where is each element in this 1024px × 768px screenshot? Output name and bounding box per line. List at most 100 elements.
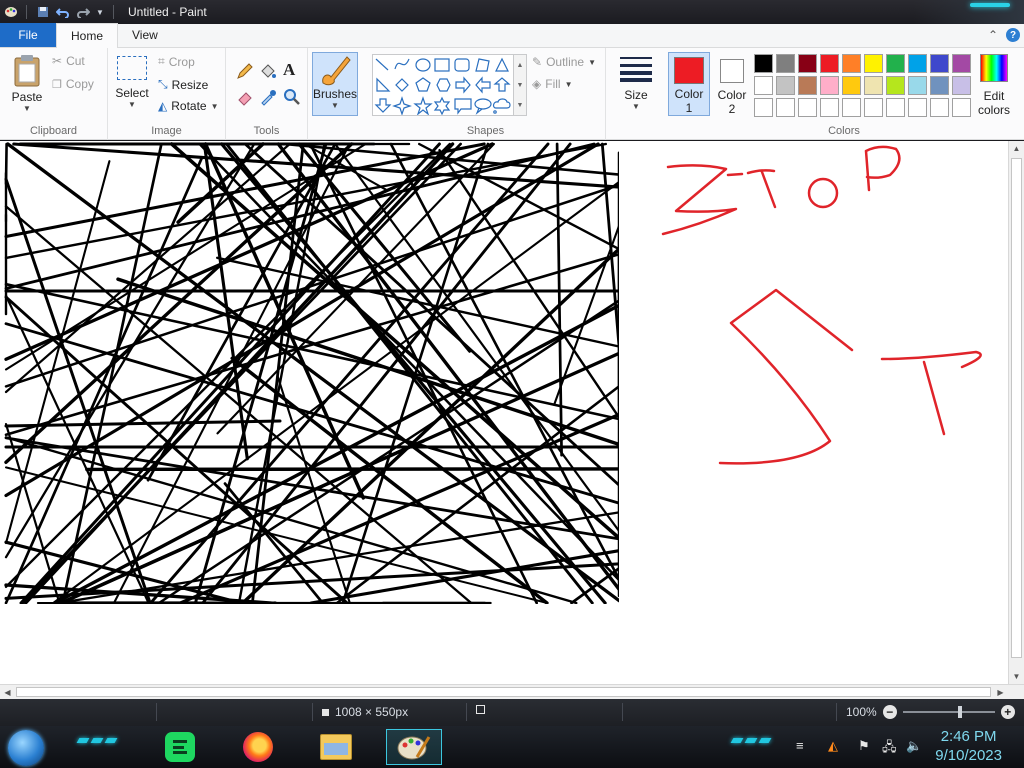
palette-swatch[interactable] <box>864 54 883 73</box>
palette-swatch[interactable] <box>842 98 861 117</box>
copy-button[interactable]: ❐ Copy <box>52 77 94 91</box>
palette-swatch[interactable] <box>820 76 839 95</box>
paint-taskbar-icon[interactable] <box>386 729 442 765</box>
palette-swatch[interactable] <box>754 76 773 95</box>
diamond-shape-icon[interactable] <box>395 78 409 92</box>
oval-callout-shape-icon[interactable] <box>474 98 492 115</box>
quick-access-dropdown-icon[interactable]: ▼ <box>93 0 107 24</box>
paint-app-icon[interactable] <box>2 0 20 24</box>
help-icon[interactable]: ? <box>1006 28 1020 42</box>
start-button[interactable] <box>8 730 44 766</box>
triangle-shape-icon[interactable] <box>495 57 509 72</box>
color1-button[interactable]: Color 1 <box>668 52 710 116</box>
six-point-star-shape-icon[interactable] <box>433 96 451 116</box>
shapes-scroll[interactable]: ▲ ▼ ▼ <box>513 54 527 116</box>
redo-icon[interactable] <box>73 0 93 24</box>
polygon-shape-icon[interactable] <box>475 58 490 72</box>
palette-swatch[interactable] <box>798 54 817 73</box>
tab-file[interactable]: File <box>0 23 56 47</box>
color-picker-icon[interactable] <box>259 88 277 106</box>
horizontal-scrollbar[interactable]: ◀ ▶ <box>0 684 1024 699</box>
palette-swatch[interactable] <box>754 54 773 73</box>
vertical-scrollbar[interactable]: ▲ ▼ <box>1008 141 1024 684</box>
resize-button[interactable]: ⤡ Resize <box>158 77 208 92</box>
expand-gallery-icon[interactable]: ▼ <box>517 102 524 109</box>
drawing-workspace[interactable] <box>0 141 1024 684</box>
palette-swatch[interactable] <box>886 76 905 95</box>
pencil-icon[interactable] <box>236 62 254 80</box>
hexagon-shape-icon[interactable] <box>436 78 451 92</box>
scroll-up-icon[interactable]: ▲ <box>1009 141 1024 156</box>
size-button[interactable]: Size ▼ <box>618 56 654 111</box>
flag-icon[interactable]: ⚑ <box>858 738 870 754</box>
vertical-scroll-thumb[interactable] <box>1011 158 1022 658</box>
notification-app-icon[interactable]: ◭ <box>828 738 838 754</box>
zoom-out-icon[interactable]: − <box>882 705 897 719</box>
palette-swatch[interactable] <box>798 76 817 95</box>
rect-callout-shape-icon[interactable] <box>454 98 472 115</box>
scroll-left-icon[interactable]: ◀ <box>0 685 15 700</box>
left-arrow-shape-icon[interactable] <box>475 76 491 94</box>
curve-shape-icon[interactable] <box>394 58 410 70</box>
cut-button[interactable]: ✂ Cut <box>52 54 85 68</box>
palette-swatch[interactable] <box>886 54 905 73</box>
palette-swatch[interactable] <box>886 98 905 117</box>
palette-swatch[interactable] <box>842 76 861 95</box>
tab-home[interactable]: Home <box>56 23 119 48</box>
scroll-down-icon[interactable]: ▼ <box>517 82 524 89</box>
select-button[interactable]: Select ▼ <box>114 56 150 109</box>
palette-swatch[interactable] <box>820 54 839 73</box>
palette-swatch[interactable] <box>952 76 971 95</box>
palette-swatch[interactable] <box>820 98 839 117</box>
color2-button[interactable]: Color 2 <box>712 52 752 116</box>
file-explorer-icon[interactable] <box>318 729 354 765</box>
right-arrow-shape-icon[interactable] <box>455 76 471 94</box>
palette-swatch[interactable] <box>908 54 927 73</box>
palette-swatch[interactable] <box>952 54 971 73</box>
right-triangle-shape-icon[interactable] <box>376 77 391 92</box>
five-point-star-shape-icon[interactable] <box>413 96 433 116</box>
minimize-ribbon-icon[interactable]: ⌃ <box>988 28 998 42</box>
fill-button[interactable]: ◈ Fill ▼ <box>532 77 572 91</box>
drawing-canvas[interactable] <box>0 141 1008 684</box>
volume-icon[interactable]: 🔈 <box>906 738 922 754</box>
edit-colors-button[interactable]: Edit colors <box>974 54 1014 117</box>
spotify-like-app-icon[interactable] <box>162 729 198 765</box>
scroll-right-icon[interactable]: ▶ <box>993 685 1008 700</box>
save-icon[interactable] <box>33 0 53 24</box>
palette-swatch[interactable] <box>908 76 927 95</box>
scroll-up-icon[interactable]: ▲ <box>517 62 524 69</box>
rectangle-shape-icon[interactable] <box>434 58 450 72</box>
crop-button[interactable]: ⌗ Crop <box>158 54 195 69</box>
scroll-down-icon[interactable]: ▼ <box>1009 669 1024 684</box>
pentagon-shape-icon[interactable] <box>415 77 431 92</box>
text-icon[interactable]: A <box>283 60 295 80</box>
up-arrow-shape-icon[interactable] <box>493 77 511 92</box>
paste-button[interactable]: Paste ▼ <box>8 54 46 113</box>
rotate-button[interactable]: ◭ Rotate ▼ <box>158 99 219 113</box>
zoom-slider[interactable] <box>902 706 995 718</box>
palette-swatch[interactable] <box>776 98 795 117</box>
palette-swatch[interactable] <box>930 54 949 73</box>
horizontal-scroll-thumb[interactable] <box>16 687 991 697</box>
palette-swatch[interactable] <box>864 76 883 95</box>
down-arrow-shape-icon[interactable] <box>374 98 392 113</box>
line-shape-icon[interactable] <box>375 58 389 71</box>
firefox-icon[interactable] <box>240 729 276 765</box>
palette-swatch[interactable] <box>776 54 795 73</box>
zoom-slider-thumb[interactable] <box>957 706 962 718</box>
palette-swatch[interactable] <box>930 98 949 117</box>
outline-button[interactable]: ✎ Outline ▼ <box>532 55 596 69</box>
palette-swatch[interactable] <box>930 76 949 95</box>
palette-swatch[interactable] <box>754 98 773 117</box>
network-icon[interactable]: 🖧 <box>882 738 897 760</box>
palette-swatch[interactable] <box>864 98 883 117</box>
brushes-button[interactable]: Brushes ▼ <box>312 52 358 116</box>
palette-swatch[interactable] <box>842 54 861 73</box>
show-desktop-icon[interactable]: ≡ <box>796 738 804 753</box>
undo-icon[interactable] <box>53 0 73 24</box>
magnifier-icon[interactable] <box>283 88 301 106</box>
cloud-callout-shape-icon[interactable] <box>492 98 511 114</box>
palette-swatch[interactable] <box>798 98 817 117</box>
oval-shape-icon[interactable] <box>415 58 431 72</box>
